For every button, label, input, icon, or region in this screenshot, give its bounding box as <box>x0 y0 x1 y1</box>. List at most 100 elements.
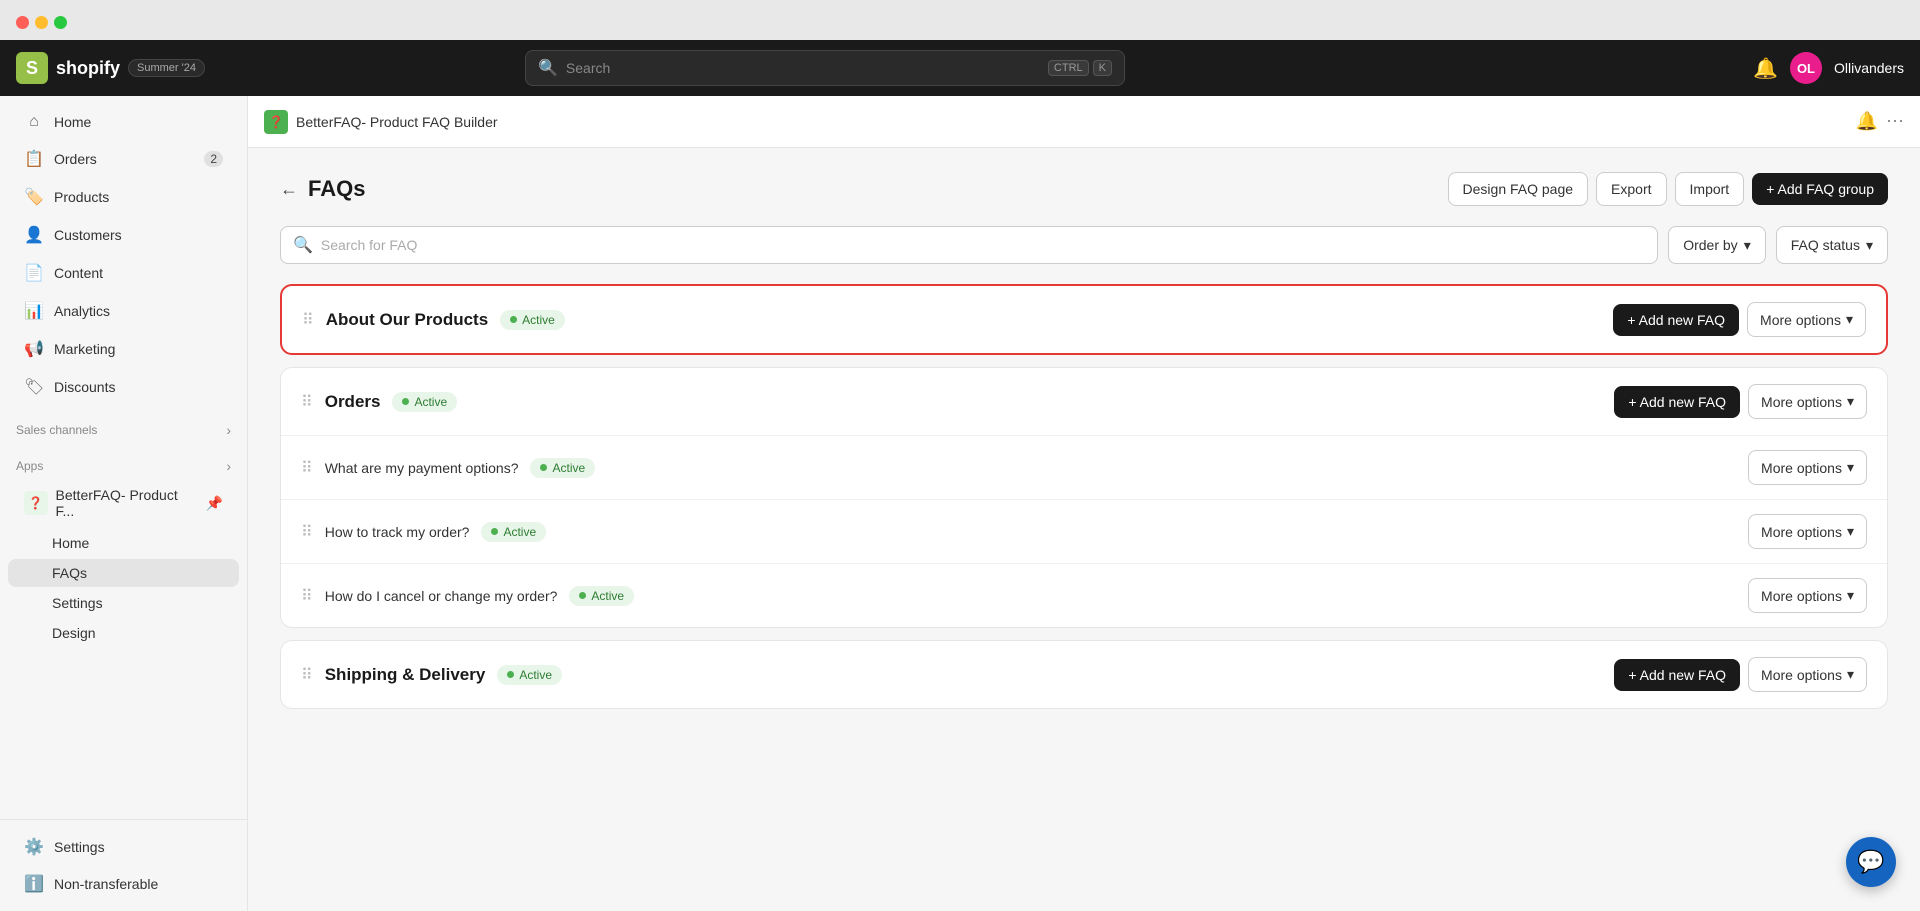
more-options-label-shipping: More options <box>1761 667 1842 683</box>
shopify-brand-name: shopify <box>56 58 120 79</box>
status-label: Active <box>519 668 552 682</box>
sidebar-item-analytics[interactable]: 📊 Analytics <box>8 293 239 329</box>
import-button[interactable]: Import <box>1675 172 1745 206</box>
design-faq-page-button[interactable]: Design FAQ page <box>1448 172 1589 206</box>
status-badge-orders: Active <box>392 392 457 412</box>
more-options-button-faq-2[interactable]: More options ▾ <box>1748 514 1867 549</box>
order-by-filter-button[interactable]: Order by ▾ <box>1668 226 1766 264</box>
add-new-faq-button-about[interactable]: + Add new FAQ <box>1613 304 1739 336</box>
sidebar-item-label: Customers <box>54 227 122 243</box>
settings-icon: ⚙️ <box>24 837 44 857</box>
sidebar-item-products[interactable]: 🏷️ Products <box>8 179 239 215</box>
maximize-button[interactable] <box>54 16 67 29</box>
apps-section: Apps › <box>0 442 247 478</box>
drag-handle-icon[interactable]: ⠿ <box>301 392 313 412</box>
traffic-lights <box>16 16 67 29</box>
faq-search-input[interactable] <box>321 237 1645 253</box>
settings-label: Settings <box>54 839 105 855</box>
chat-icon: 💬 <box>1857 849 1884 875</box>
close-button[interactable] <box>16 16 29 29</box>
marketing-icon: 📢 <box>24 339 44 359</box>
more-options-label: More options <box>1761 588 1842 604</box>
faq-items-orders: ⠿ What are my payment options? Active Mo… <box>281 435 1887 627</box>
status-badge-about-our-products: Active <box>500 310 565 330</box>
back-arrow-icon[interactable]: ← <box>280 179 298 200</box>
page-actions: Design FAQ page Export Import + Add FAQ … <box>1448 172 1888 206</box>
sec-header-more-button[interactable]: ⋯ <box>1886 111 1904 132</box>
faq-status-label: FAQ status <box>1791 237 1860 253</box>
faq-group-shipping-delivery: ⠿ Shipping & Delivery Active + Add new F… <box>280 640 1888 709</box>
sales-channels-arrow-icon[interactable]: › <box>226 422 231 438</box>
sub-settings-label: Settings <box>52 595 103 611</box>
faq-item-cancel-order: ⠿ How do I cancel or change my order? Ac… <box>281 564 1887 627</box>
filter-row: 🔍 Order by ▾ FAQ status ▾ <box>280 226 1888 264</box>
drag-handle-icon[interactable]: ⠿ <box>301 586 313 606</box>
sidebar-item-marketing[interactable]: 📢 Marketing <box>8 331 239 367</box>
sidebar-item-label: Content <box>54 265 103 281</box>
sidebar-item-label: Products <box>54 189 109 205</box>
drag-handle-icon[interactable]: ⠿ <box>302 310 314 330</box>
sidebar-item-settings-main[interactable]: ⚙️ Settings <box>8 829 239 865</box>
non-transferable-label: Non-transferable <box>54 876 158 892</box>
sec-header-notification-button[interactable]: 🔔 <box>1856 111 1878 132</box>
sidebar-sub-item-design[interactable]: Design <box>8 619 239 647</box>
sidebar-sub-item-home[interactable]: Home <box>8 529 239 557</box>
status-label: Active <box>503 525 536 539</box>
sidebar-sub-item-settings[interactable]: Settings <box>8 589 239 617</box>
more-options-button-about[interactable]: More options ▾ <box>1747 302 1866 337</box>
status-badge-faq-2: Active <box>481 522 546 542</box>
add-new-faq-button-shipping[interactable]: + Add new FAQ <box>1614 659 1740 691</box>
order-by-chevron-icon: ▾ <box>1744 237 1751 254</box>
search-icon: 🔍 <box>538 58 558 78</box>
status-label: Active <box>552 461 585 475</box>
group-header-orders: ⠿ Orders Active + Add new FAQ More optio… <box>281 368 1887 435</box>
avatar[interactable]: OL <box>1790 52 1822 84</box>
faq-status-filter-button[interactable]: FAQ status ▾ <box>1776 226 1888 264</box>
status-badge-faq-3: Active <box>569 586 634 606</box>
sidebar-item-content[interactable]: 📄 Content <box>8 255 239 291</box>
chevron-down-icon: ▾ <box>1847 587 1854 604</box>
export-button[interactable]: Export <box>1596 172 1666 206</box>
drag-handle-icon[interactable]: ⠿ <box>301 522 313 542</box>
more-options-chevron-icon: ▾ <box>1847 393 1854 410</box>
add-faq-group-button[interactable]: + Add FAQ group <box>1752 173 1888 205</box>
more-options-button-faq-1[interactable]: More options ▾ <box>1748 450 1867 485</box>
group-actions-orders: + Add new FAQ More options ▾ <box>1614 384 1867 419</box>
apps-arrow-icon[interactable]: › <box>226 458 231 474</box>
sidebar-item-label: Home <box>54 114 91 130</box>
logo[interactable]: S shopify Summer '24 <box>16 52 205 84</box>
sidebar-item-discounts[interactable]: 🏷 Discounts <box>8 369 239 405</box>
status-label: Active <box>591 589 624 603</box>
more-options-button-shipping[interactable]: More options ▾ <box>1748 657 1867 692</box>
faq-group-orders: ⠿ Orders Active + Add new FAQ More optio… <box>280 367 1888 628</box>
drag-handle-icon[interactable]: ⠿ <box>301 665 313 685</box>
topbar: S shopify Summer '24 🔍 CTRL K 🔔 OL Olliv… <box>0 40 1920 96</box>
sidebar-sub-item-faqs[interactable]: FAQs <box>8 559 239 587</box>
global-search-bar[interactable]: 🔍 CTRL K <box>525 50 1125 86</box>
home-icon: ⌂ <box>24 113 44 131</box>
sidebar-item-home[interactable]: ⌂ Home <box>8 105 239 139</box>
faq-search-container[interactable]: 🔍 <box>280 226 1658 264</box>
sidebar-item-betterfaq-app[interactable]: ❓ BetterFAQ- Product F... 📌 <box>8 479 239 527</box>
customers-icon: 👤 <box>24 225 44 245</box>
add-new-faq-button-orders[interactable]: + Add new FAQ <box>1614 386 1740 418</box>
pin-icon[interactable]: 📌 <box>206 495 223 512</box>
more-options-button-orders[interactable]: More options ▾ <box>1748 384 1867 419</box>
sec-header-actions: 🔔 ⋯ <box>1856 111 1904 132</box>
analytics-icon: 📊 <box>24 301 44 321</box>
avatar-initials: OL <box>1797 61 1815 76</box>
faq-group-about-our-products: ⠿ About Our Products Active + Add new FA… <box>280 284 1888 355</box>
sidebar-item-orders[interactable]: 📋 Orders 2 <box>8 141 239 177</box>
sidebar-item-non-transferable[interactable]: ℹ️ Non-transferable <box>8 866 239 902</box>
global-search-input[interactable] <box>566 60 1040 76</box>
sidebar-item-customers[interactable]: 👤 Customers <box>8 217 239 253</box>
minimize-button[interactable] <box>35 16 48 29</box>
more-options-chevron-icon: ▾ <box>1847 666 1854 683</box>
drag-handle-icon[interactable]: ⠿ <box>301 458 313 478</box>
sidebar-item-label: Discounts <box>54 379 115 395</box>
sub-design-label: Design <box>52 625 96 641</box>
chat-button[interactable]: 💬 <box>1846 837 1896 887</box>
group-header-shipping-delivery: ⠿ Shipping & Delivery Active + Add new F… <box>281 641 1887 708</box>
notification-icon[interactable]: 🔔 <box>1753 56 1778 81</box>
more-options-button-faq-3[interactable]: More options ▾ <box>1748 578 1867 613</box>
